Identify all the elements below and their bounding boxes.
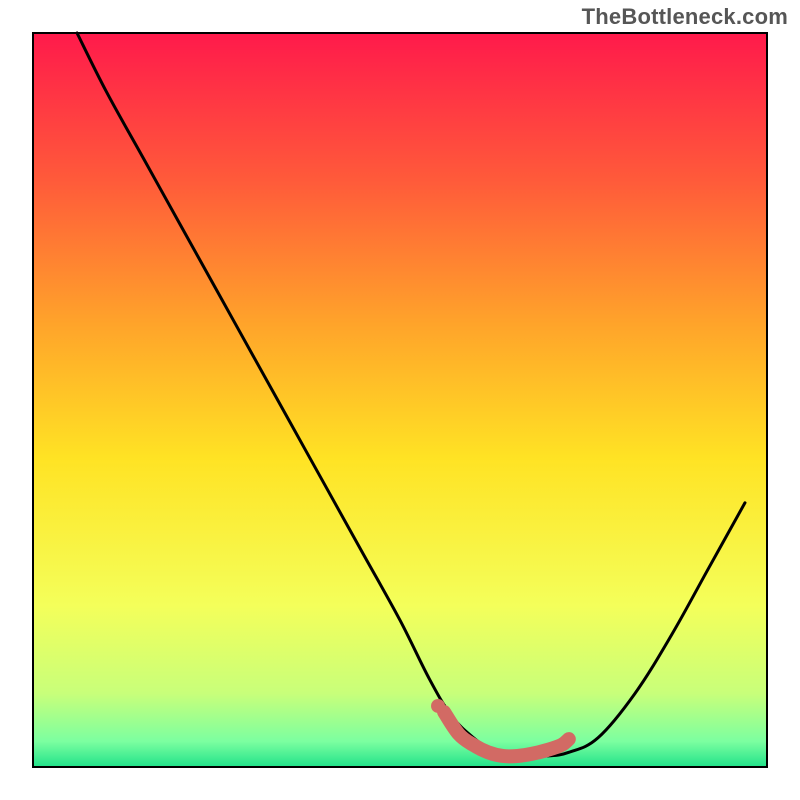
chart-frame: TheBottleneck.com: [0, 0, 800, 800]
bottleneck-chart: [0, 0, 800, 800]
optimal-zone-start-dot: [431, 699, 445, 713]
